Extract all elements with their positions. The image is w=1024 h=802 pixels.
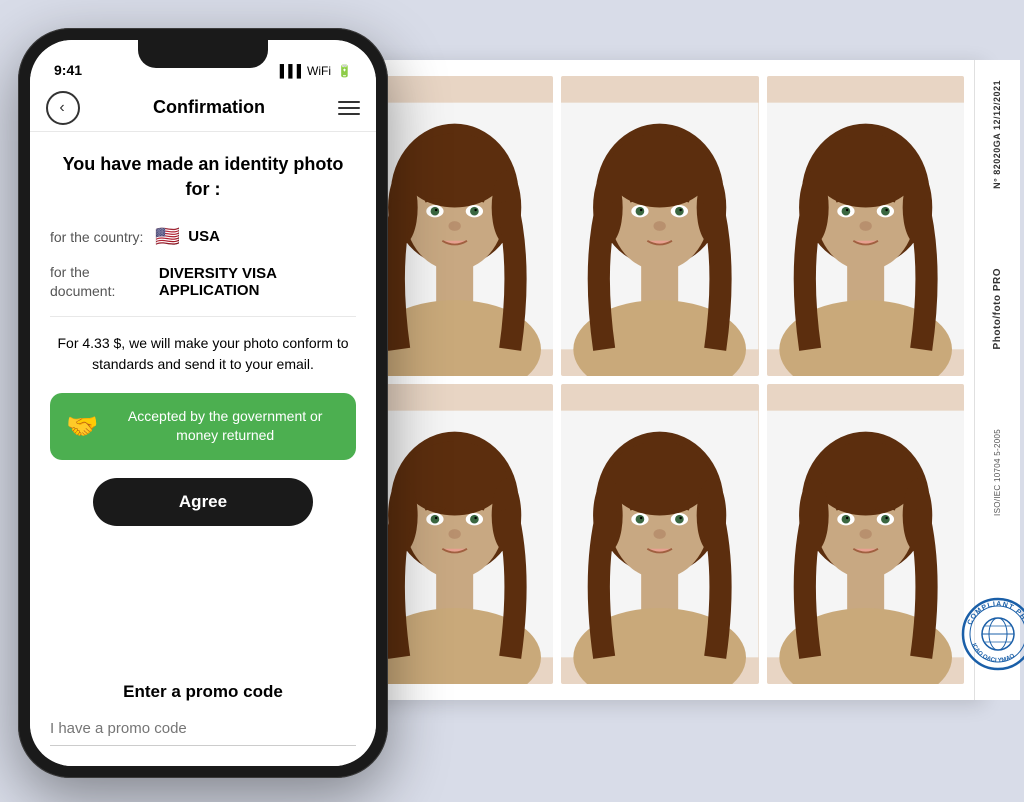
phone-container: 9:41 ▐▐▐ WiFi 🔋 ‹ Confirmation (18, 28, 388, 778)
portrait-svg-2 (561, 76, 758, 376)
guarantee-banner: 🤝 Accepted by the government or money re… (50, 393, 356, 460)
flag-icon: 🇺🇸 (155, 224, 180, 249)
screen-content: You have made an identity photo for : fo… (30, 132, 376, 666)
country-name: USA (188, 228, 220, 245)
photo-sheet-wrapper: N° 82020GA 12/12/2021 Photo/foto PRO ISO… (340, 60, 1020, 740)
photo-cell-6 (767, 384, 964, 684)
photo-cell-3 (767, 76, 964, 376)
portrait-svg-3 (767, 76, 964, 376)
promo-input[interactable] (50, 712, 356, 746)
headline-text: You have made an identity photo for : (50, 152, 356, 202)
portrait-svg-6 (767, 384, 964, 684)
country-value: 🇺🇸 USA (155, 224, 220, 249)
compliant-stamp: COMPLIANT PHOTOS ICAO OACI YMAO (960, 596, 1024, 672)
country-label: for the country: (50, 228, 143, 246)
menu-line-2 (338, 107, 360, 109)
divider-1 (50, 316, 356, 317)
promo-title: Enter a promo code (50, 682, 356, 702)
handshake-icon: 🤝 (66, 411, 98, 442)
status-time: 9:41 (54, 62, 82, 78)
nav-title: Confirmation (153, 97, 265, 118)
sheet-side-label: N° 82020GA 12/12/2021 Photo/foto PRO ISO… (974, 60, 1020, 700)
menu-line-1 (338, 101, 360, 103)
portrait-svg-5 (561, 384, 758, 684)
brand-text: Photo/foto PRO (992, 268, 1003, 349)
wifi-icon: WiFi (307, 64, 331, 78)
photo-sheet (340, 60, 980, 700)
document-value: DIVERSITY VISA APPLICATION (159, 265, 356, 299)
stamp-svg: COMPLIANT PHOTOS ICAO OACI YMAO (960, 596, 1024, 672)
document-label: for the document: (50, 263, 147, 299)
back-arrow-icon: ‹ (59, 99, 64, 117)
photo-cell-5 (561, 384, 758, 684)
battery-icon: 🔋 (337, 64, 352, 78)
menu-button[interactable] (338, 101, 360, 115)
phone-notch (138, 40, 268, 68)
promo-section: Enter a promo code (30, 666, 376, 766)
back-button[interactable]: ‹ (46, 91, 80, 125)
guarantee-text: Accepted by the government or money retu… (110, 407, 340, 446)
iso-text: ISO/IEC 10704 5-2005 (993, 429, 1002, 516)
status-icons: ▐▐▐ WiFi 🔋 (276, 64, 352, 78)
country-row: for the country: 🇺🇸 USA (50, 224, 356, 249)
document-row: for the document: DIVERSITY VISA APPLICA… (50, 263, 356, 299)
signal-icon: ▐▐▐ (276, 64, 302, 78)
nav-bar: ‹ Confirmation (30, 84, 376, 132)
price-text: For 4.33 $, we will make your photo conf… (50, 333, 356, 375)
menu-line-3 (338, 113, 360, 115)
serial-number-text: N° 82020GA 12/12/2021 (990, 80, 1004, 189)
agree-button[interactable]: Agree (93, 478, 313, 526)
photo-cell-2 (561, 76, 758, 376)
phone-screen: 9:41 ▐▐▐ WiFi 🔋 ‹ Confirmation (30, 40, 376, 766)
phone-body: 9:41 ▐▐▐ WiFi 🔋 ‹ Confirmation (18, 28, 388, 778)
